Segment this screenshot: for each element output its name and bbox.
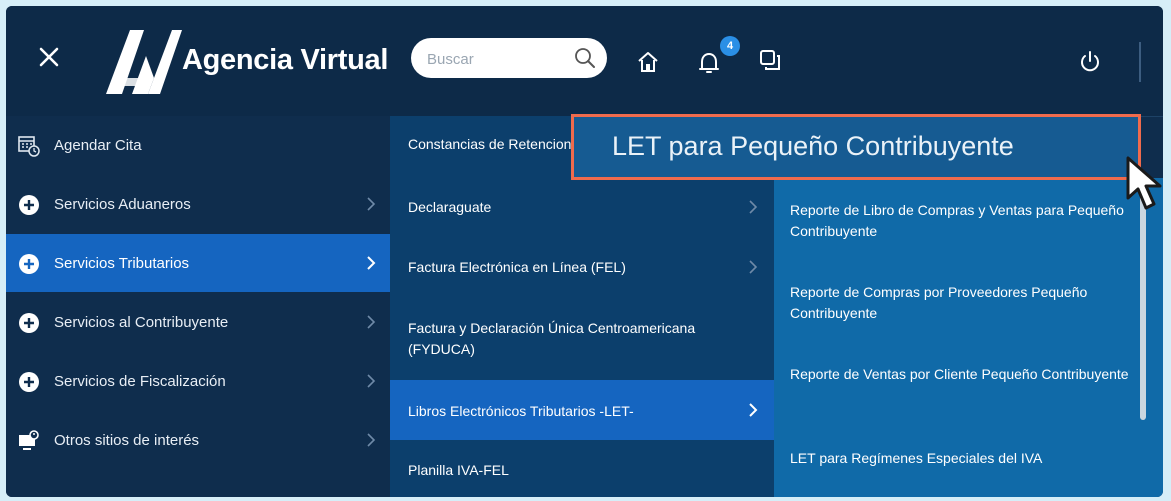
chevron-right-icon	[749, 200, 758, 214]
chevron-right-icon	[367, 315, 376, 329]
search-input[interactable]	[425, 46, 569, 72]
menu-item-servicios-aduaneros[interactable]: Servicios Aduaneros	[6, 175, 390, 233]
search-box[interactable]	[411, 38, 607, 78]
top-bar: Agencia Virtual 4	[6, 6, 1163, 117]
submenu-item-fyduca[interactable]: Factura y Declaración Única Centroameric…	[390, 296, 774, 380]
let-item-compras-proveedores[interactable]: Reporte de Compras por Proveedores Peque…	[790, 282, 1130, 324]
monitor-user-icon	[19, 430, 39, 450]
menu-item-servicios-fiscalizacion[interactable]: Servicios de Fiscalización	[6, 352, 390, 410]
chevron-right-icon	[367, 256, 376, 270]
submenu-item-declaraguate[interactable]: Declaraguate	[390, 176, 774, 236]
mouse-cursor-icon	[1126, 156, 1162, 210]
menu-item-otros-sitios[interactable]: Otros sitios de interés	[6, 411, 390, 469]
menu-item-label: Servicios Tributarios	[54, 254, 190, 272]
plus-circle-icon	[19, 313, 39, 333]
search-icon[interactable]	[573, 46, 597, 70]
submenu-scrollbar[interactable]	[1140, 184, 1146, 420]
chevron-right-icon	[367, 197, 376, 211]
submenu-item-planilla[interactable]: Planilla IVA-FEL	[390, 440, 774, 497]
menu-item-label: Otros sitios de interés	[54, 431, 200, 449]
menu-item-agendar-cita[interactable]: Agendar Cita	[6, 116, 390, 174]
submenu-item-label: Planilla IVA-FEL	[408, 462, 509, 478]
let-pequeno-contribuyente-item[interactable]: LET para Pequeño Contribuyente	[571, 114, 1141, 180]
power-icon[interactable]	[1078, 50, 1102, 74]
bell-icon[interactable]	[696, 50, 722, 76]
chevron-right-icon	[367, 374, 376, 388]
close-icon[interactable]	[36, 44, 62, 70]
menu-item-servicios-contribuyente[interactable]: Servicios al Contribuyente	[6, 293, 390, 351]
menu-item-servicios-tributarios[interactable]: Servicios Tributarios	[6, 234, 390, 292]
menu-item-label: Servicios de Fiscalización	[54, 372, 226, 390]
home-icon[interactable]	[636, 50, 660, 74]
main-menu: Agendar Cita Servicios Aduaneros Servici…	[6, 116, 390, 497]
menu-item-label: Servicios Aduaneros	[54, 195, 191, 213]
submenu-item-label: Factura Electrónica en Línea (FEL)	[408, 259, 626, 275]
menu-item-label: Agendar Cita	[54, 136, 142, 154]
submenu-item-label: Libros Electrónicos Tributarios -LET-	[408, 403, 634, 419]
calendar-clock-icon	[18, 136, 40, 157]
let-item-ventas-cliente[interactable]: Reporte de Ventas por Cliente Pequeño Co…	[790, 364, 1130, 385]
submenu-item-label: Factura y Declaración Única Centroameric…	[408, 320, 696, 357]
plus-circle-icon	[19, 195, 39, 215]
plus-circle-icon	[19, 372, 39, 392]
header-divider	[1139, 42, 1141, 82]
plus-circle-icon	[19, 254, 39, 274]
submenu-item-label: Declaraguate	[408, 199, 492, 215]
brand-name: Agencia Virtual	[182, 44, 389, 76]
chevron-right-icon	[749, 260, 758, 274]
highlighted-item-label: LET para Pequeño Contribuyente	[612, 131, 1014, 161]
let-submenu: Reporte de Libro de Compras y Ventas par…	[774, 178, 1163, 497]
agencia-virtual-logo	[106, 30, 182, 94]
let-item-libro-compras-ventas[interactable]: Reporte de Libro de Compras y Ventas par…	[790, 200, 1130, 242]
menu-item-label: Servicios al Contribuyente	[54, 313, 229, 331]
notification-badge: 4	[720, 36, 740, 56]
let-item-regimenes-especiales[interactable]: LET para Regímenes Especiales del IVA	[790, 448, 1130, 469]
copy-windows-icon[interactable]	[758, 48, 782, 72]
chevron-right-icon	[367, 433, 376, 447]
submenu-item-label: Constancias de Retencion	[408, 136, 572, 152]
app-window: Agencia Virtual 4	[6, 6, 1163, 497]
submenu-item-fel[interactable]: Factura Electrónica en Línea (FEL)	[390, 236, 774, 296]
submenu-item-let[interactable]: Libros Electrónicos Tributarios -LET-	[390, 380, 774, 440]
chevron-right-icon	[749, 403, 758, 417]
